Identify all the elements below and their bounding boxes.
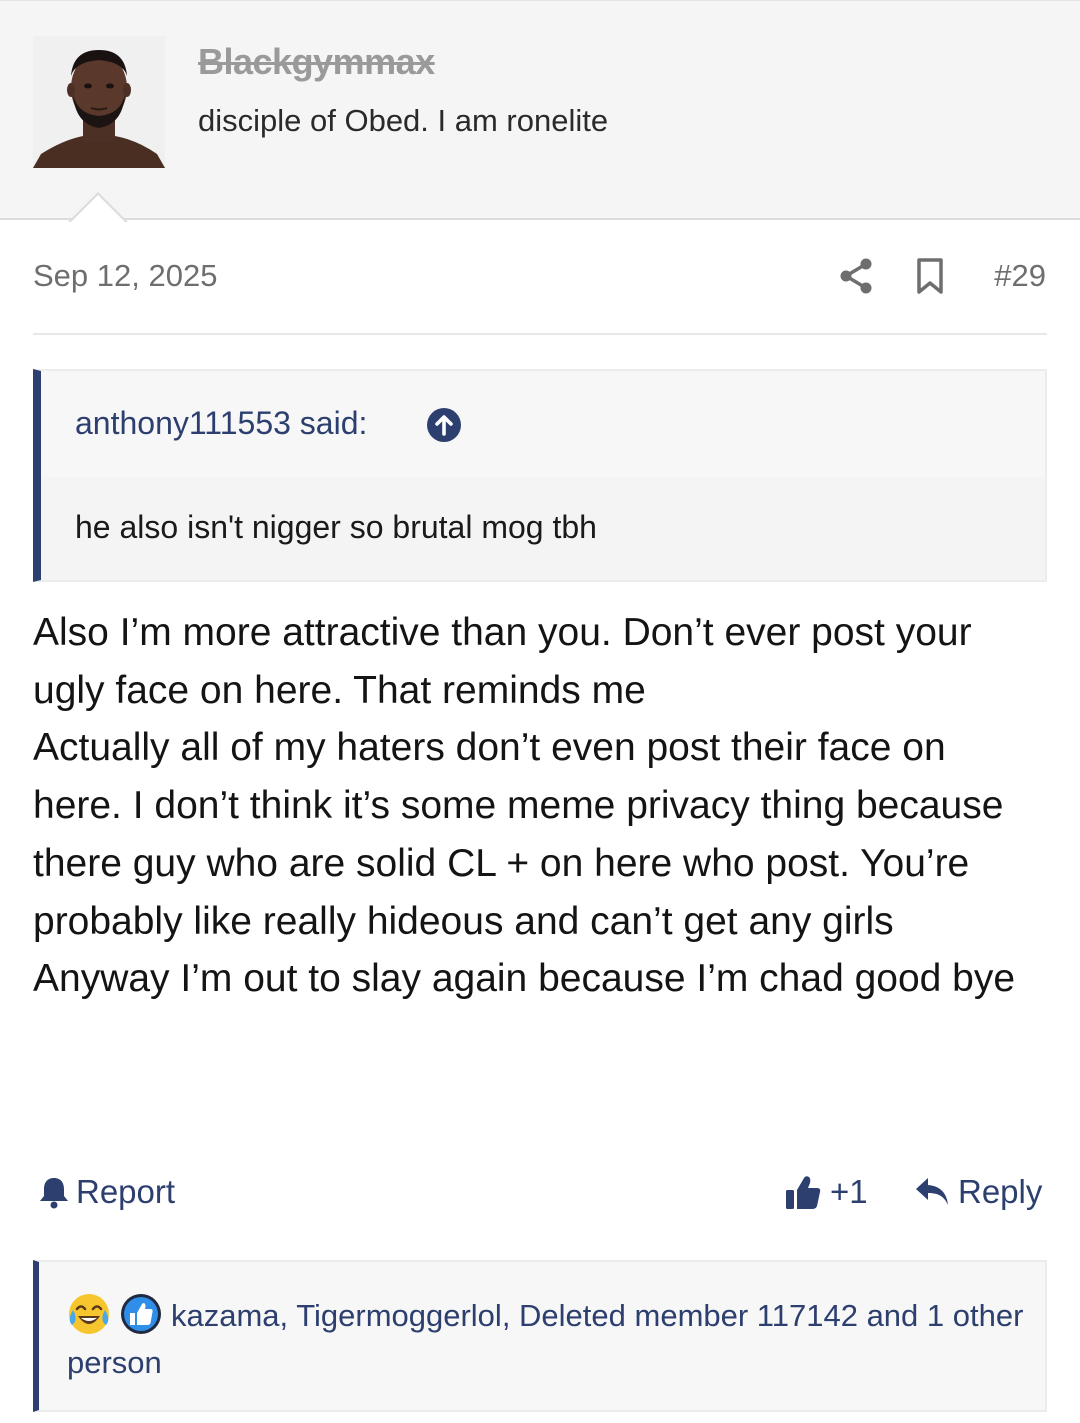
reactions-bar[interactable]: kazama, Tigermoggerlol, Deleted member 1… (33, 1260, 1047, 1412)
reactions-summary-line: kazama, Tigermoggerlol, Deleted member 1… (67, 1292, 1027, 1386)
divider (33, 333, 1047, 335)
share-button[interactable] (836, 256, 876, 296)
like-button[interactable]: +1 (784, 1170, 868, 1214)
post-number-link[interactable]: #29 (994, 258, 1046, 294)
share-icon (840, 258, 872, 294)
header-pointer (68, 192, 128, 223)
reply-button[interactable]: Reply (914, 1170, 1042, 1214)
report-button[interactable]: Report (38, 1170, 175, 1214)
like-count: +1 (830, 1173, 868, 1210)
message-paragraph: Actually all of my haters don’t even pos… (33, 726, 1004, 943)
reply-label: Reply (958, 1173, 1043, 1210)
username[interactable]: Blackgymmax (198, 41, 435, 83)
quote-block: anthony111553 said: he also isn't nigger… (33, 369, 1047, 582)
thumbs-up-icon (786, 1176, 821, 1209)
arrow-up-circle-icon (427, 408, 461, 442)
reactions-summary[interactable]: kazama, Tigermoggerlol, Deleted member 1… (67, 1298, 1023, 1380)
reply-icon (916, 1178, 948, 1205)
message-paragraph: Anyway I’m out to slay again because I’m… (33, 957, 1016, 1001)
user-title: disciple of Obed. I am ronelite (198, 103, 609, 138)
bookmark-icon (917, 258, 943, 294)
report-label: Report (76, 1173, 176, 1210)
bell-icon (40, 1178, 68, 1209)
laughing-crying-emoji-icon (67, 1292, 111, 1336)
thumbs-up-reaction-icon (119, 1292, 163, 1336)
quote-text: he also isn't nigger so brutal mog tbh (75, 509, 597, 545)
quote-attribution[interactable]: anthony111553 said: (75, 405, 367, 442)
message-paragraph: Also I’m more attractive than you. Don’t… (33, 611, 972, 712)
user-header: Blackgymmax disciple of Obed. I am ronel… (0, 0, 1080, 220)
post-message: Also I’m more attractive than you. Don’t… (33, 604, 1043, 1008)
avatar[interactable] (33, 36, 165, 168)
quote-jump-button[interactable] (426, 407, 462, 443)
post-date[interactable]: Sep 12, 2025 (33, 258, 217, 294)
bookmark-button[interactable] (912, 256, 948, 296)
